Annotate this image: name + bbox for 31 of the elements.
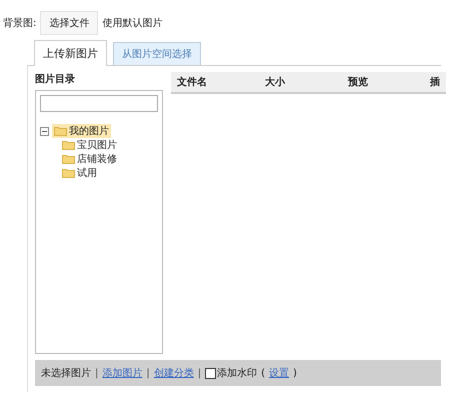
column-header: 预览 [348,76,369,89]
tree-item[interactable]: 宝贝图片 [60,138,119,152]
settings-link[interactable]: 设置 [269,366,290,380]
collapse-icon[interactable] [40,126,49,136]
folder-icon [62,168,75,178]
column-header: 大小 [265,76,286,89]
choose-file-button[interactable]: 选择文件 [40,11,98,35]
folder-icon [62,154,75,164]
tree-item[interactable]: 我的图片 [52,124,111,138]
paren-text: ) [293,368,297,378]
paren-text: ( [261,368,266,378]
tree-item[interactable]: 试用 [60,166,99,180]
separator: | [198,368,202,378]
separator: | [95,368,98,378]
tree-item[interactable]: 店铺装修 [60,152,119,166]
watermark-checkbox[interactable] [205,368,216,378]
footer-link[interactable]: 添加图片 [102,366,142,380]
watermark-label: 添加水印 [217,366,258,380]
tab[interactable]: 上传新图片 [34,40,107,66]
background-label: 背景图: [3,16,36,30]
tab[interactable]: 从图片空间选择 [113,42,201,65]
search-field[interactable] [40,95,158,112]
use-default-link[interactable]: 使用默认图片 [102,16,162,30]
folder-icon [62,140,75,150]
directory-title: 图片目录 [35,72,76,86]
column-header: 插 [430,76,440,89]
status-text: 未选择图片 [41,366,91,380]
footer-link[interactable]: 创建分类 [154,366,194,380]
separator: | [146,368,150,378]
folder-icon [54,126,67,136]
column-header: 文件名 [177,76,208,89]
